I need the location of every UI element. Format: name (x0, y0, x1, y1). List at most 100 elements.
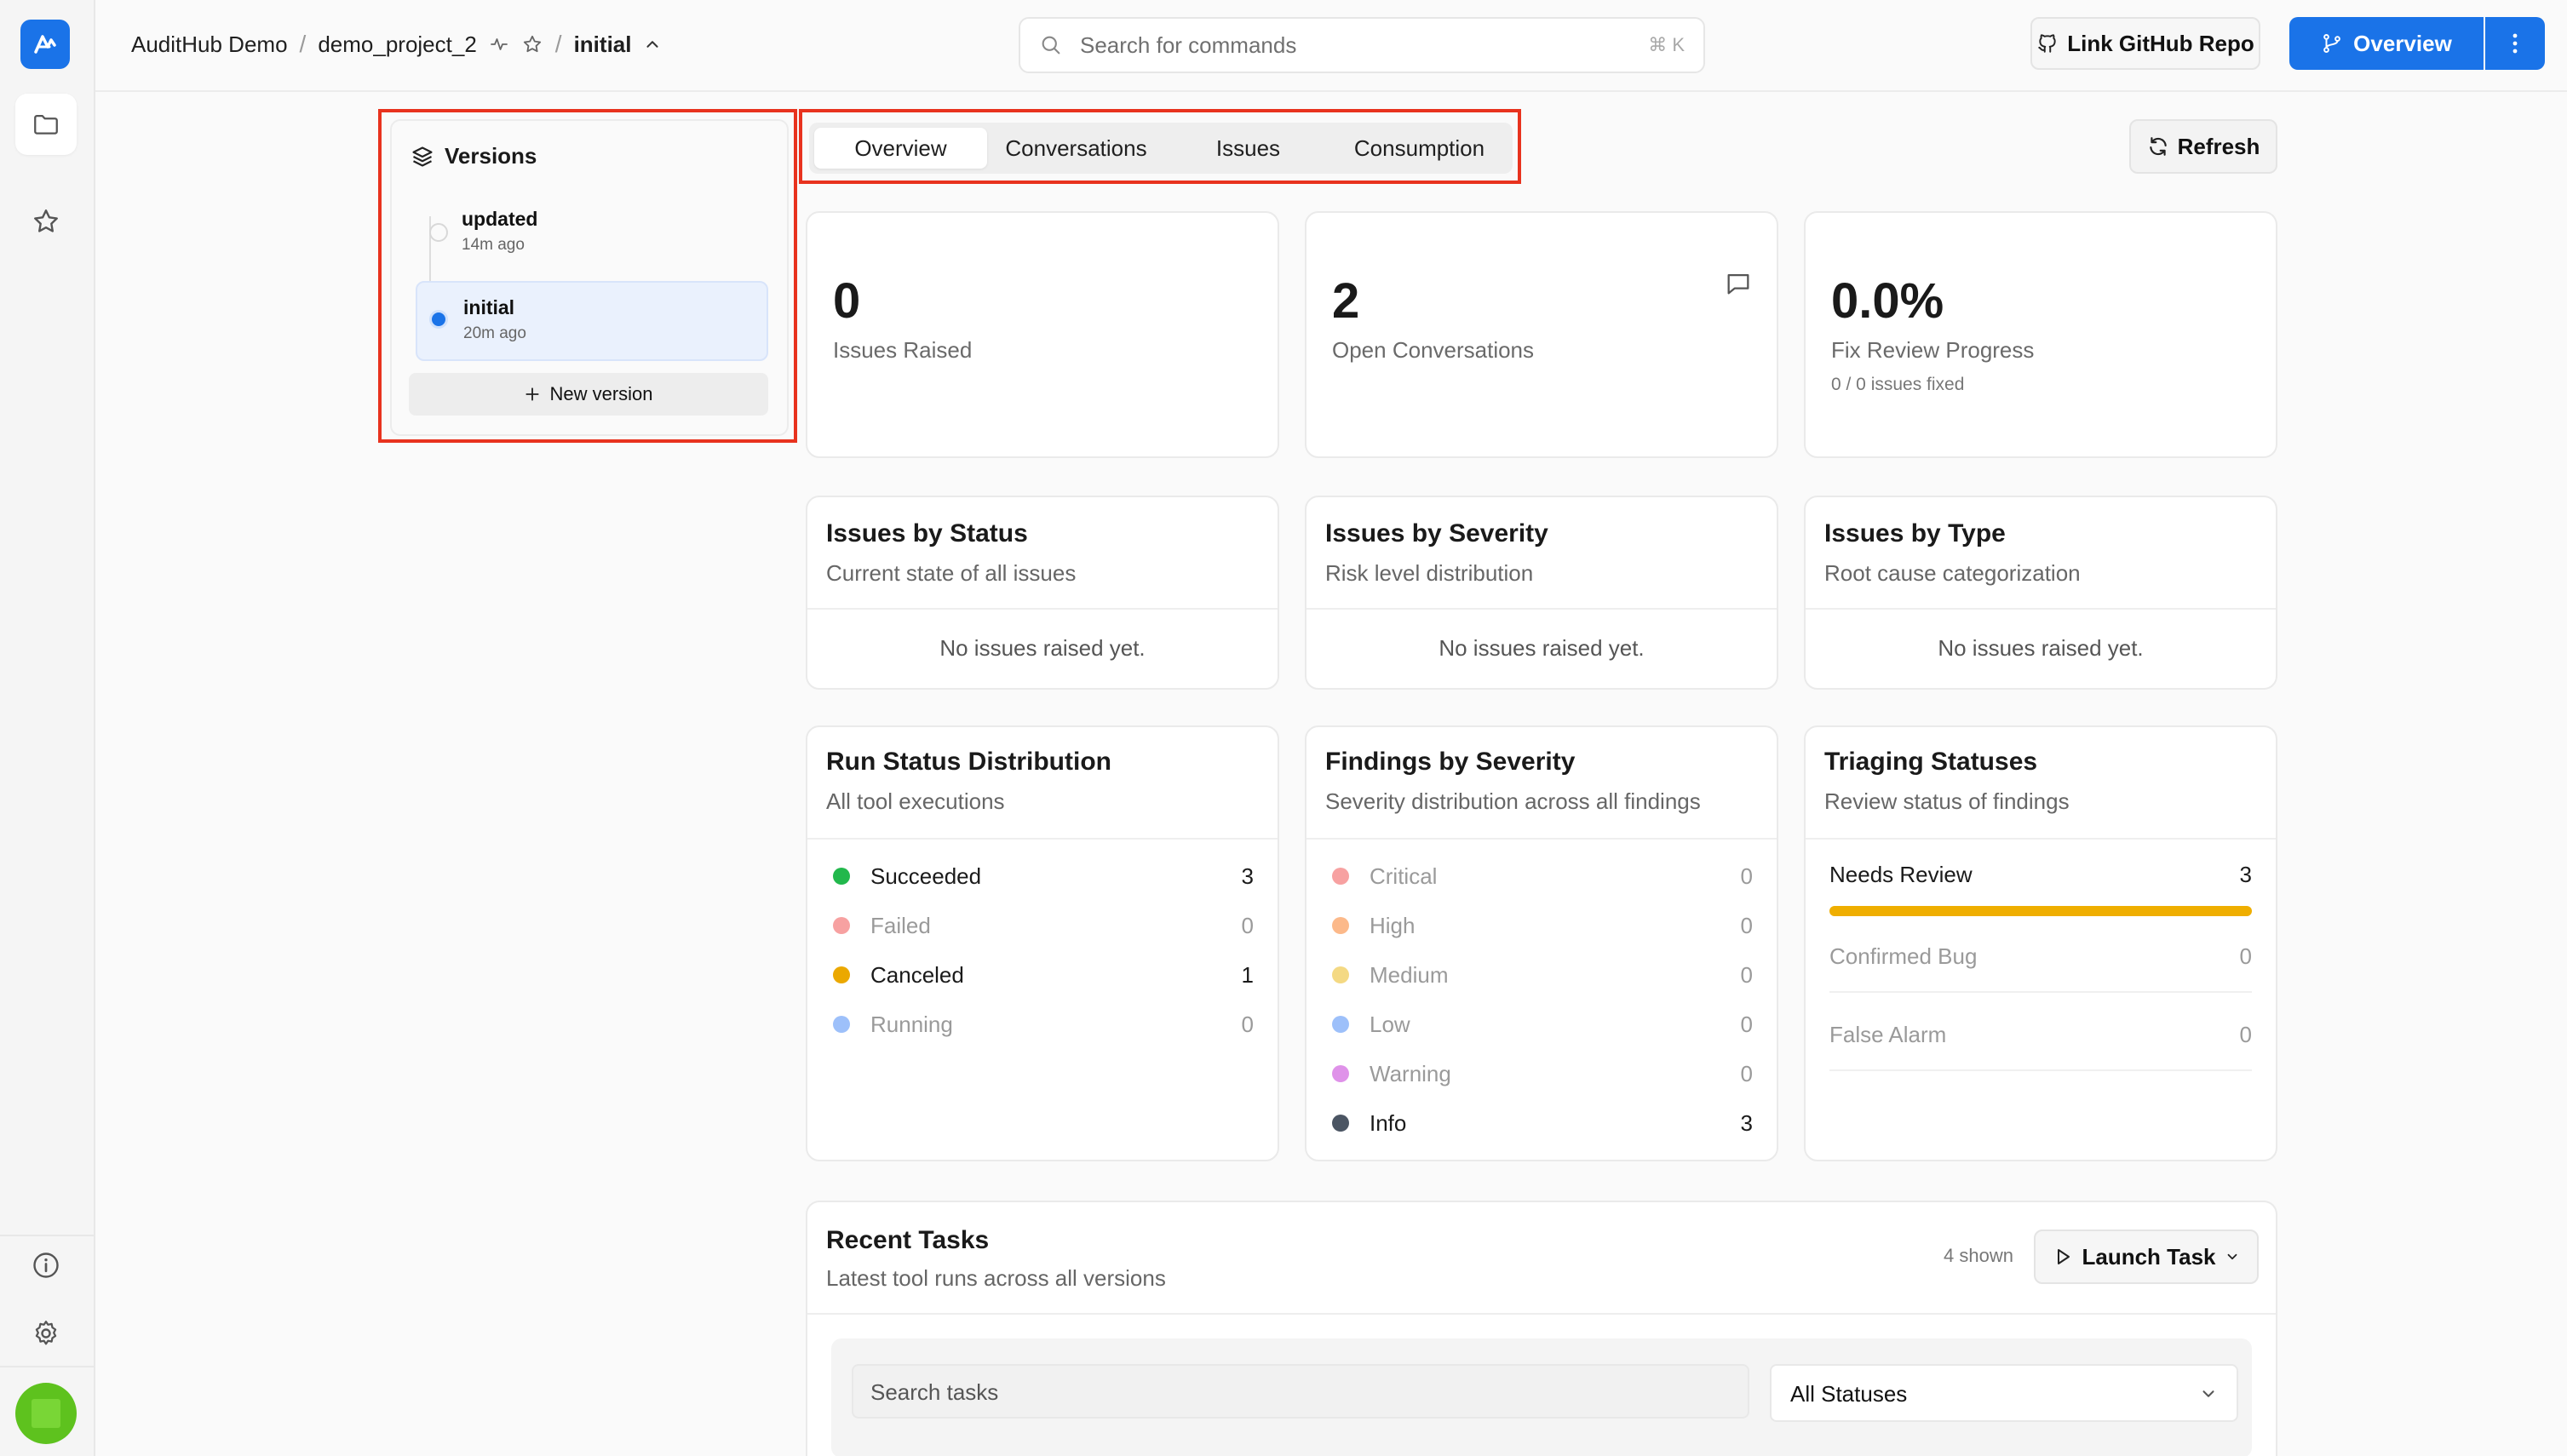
app-logo[interactable] (20, 20, 70, 69)
command-search-input[interactable]: Search for commands ⌘ K (1019, 17, 1705, 73)
stat-subtext: 0 / 0 issues fixed (1831, 375, 1965, 394)
severity-row-critical: Critical 0 (1332, 862, 1753, 891)
severity-row-warning: Warning 0 (1332, 1059, 1753, 1088)
stat-label: Open Conversations (1332, 337, 1535, 363)
stat-card-open-conversations[interactable]: 2 Open Conversations (1305, 211, 1778, 458)
severity-dot (1332, 1016, 1349, 1033)
top-bar: AuditHub Demo / demo_project_2 / initial… (95, 0, 2567, 92)
stat-value: 2 (1332, 273, 1360, 329)
launch-task-label: Launch Task (2082, 1243, 2216, 1270)
card-subtitle: Review status of findings (1824, 788, 2070, 814)
more-options-button[interactable] (2485, 17, 2545, 70)
card-divider (1806, 838, 2276, 840)
row-value: 0 (1740, 863, 1753, 889)
row-value: 1 (1241, 961, 1254, 988)
folder-icon (34, 114, 58, 135)
status-dot (833, 917, 850, 934)
breadcrumb-org[interactable]: AuditHub Demo (131, 32, 288, 58)
row-label: Running (870, 1011, 953, 1037)
row-label: Low (1370, 1011, 1410, 1037)
severity-dot (1332, 966, 1349, 983)
breadcrumb-version[interactable]: initial (574, 32, 632, 58)
gear-icon (35, 1321, 57, 1345)
breadcrumb-project[interactable]: demo_project_2 (318, 32, 476, 58)
info-icon (33, 1253, 59, 1278)
refresh-label: Refresh (2177, 133, 2260, 159)
run-status-card: Run Status Distribution All tool executi… (806, 725, 1279, 1161)
severity-row-low: Low 0 (1332, 1010, 1753, 1039)
info-nav-button[interactable] (15, 1235, 77, 1296)
card-title: Issues by Type (1824, 519, 2006, 547)
user-avatar[interactable] (15, 1383, 77, 1444)
chevron-up-icon[interactable] (643, 35, 662, 54)
severity-dot (1332, 1065, 1349, 1082)
row-value: 0 (1740, 961, 1753, 988)
card-divider (807, 608, 1278, 610)
sidebar (0, 0, 95, 1456)
card-title: Issues by Status (826, 519, 1028, 547)
link-github-label: Link GitHub Repo (2067, 30, 2254, 56)
triage-row-false-alarm: False Alarm 0 (1829, 1022, 2252, 1048)
breadcrumb-separator: / (299, 31, 307, 57)
search-tasks-input[interactable]: Search tasks (852, 1364, 1749, 1419)
avatar-image (32, 1399, 60, 1428)
row-label: Failed (870, 912, 931, 938)
card-subtitle: Severity distribution across all finding… (1325, 788, 1701, 814)
activity-icon[interactable] (489, 34, 509, 54)
empty-state: No issues raised yet. (1439, 635, 1645, 661)
row-value: 3 (2239, 862, 2252, 887)
link-github-button[interactable]: Link GitHub Repo (2030, 17, 2260, 70)
run-status-row-canceled: Canceled 1 (833, 960, 1254, 989)
row-label: Canceled (870, 961, 964, 988)
breadcrumb: AuditHub Demo / demo_project_2 / initial (131, 26, 662, 63)
highlight-box-tabs (799, 109, 1521, 184)
issues-by-type-card: Issues by Type Root cause categorization… (1804, 496, 2277, 690)
status-dot (833, 966, 850, 983)
settings-nav-button[interactable] (15, 1303, 77, 1364)
row-value: 0 (1241, 1011, 1254, 1037)
stat-card-fix-review: 0.0% Fix Review Progress 0 / 0 issues fi… (1804, 211, 2277, 458)
overview-button-label: Overview (2353, 30, 2452, 56)
stat-value: 0.0% (1831, 273, 1944, 329)
run-status-row-running: Running 0 (833, 1010, 1254, 1039)
search-icon (1042, 36, 1060, 54)
status-dot (833, 868, 850, 885)
refresh-button[interactable]: Refresh (2129, 119, 2277, 174)
findings-severity-card: Findings by Severity Severity distributi… (1305, 725, 1778, 1161)
row-value: 0 (1740, 1060, 1753, 1086)
severity-dot (1332, 1115, 1349, 1132)
triage-track (1829, 1069, 2252, 1071)
row-label: Critical (1370, 863, 1438, 889)
triage-track (1829, 991, 2252, 993)
github-icon (2038, 34, 2056, 53)
empty-state: No issues raised yet. (1938, 635, 2144, 661)
row-label: Needs Review (1829, 862, 1973, 887)
card-divider (1806, 608, 2276, 610)
severity-row-high: High 0 (1332, 911, 1753, 940)
row-value: 0 (1740, 1011, 1753, 1037)
overview-button[interactable]: Overview (2289, 17, 2484, 70)
row-value: 0 (1241, 912, 1254, 938)
projects-nav-button[interactable] (15, 94, 77, 155)
severity-dot (1332, 917, 1349, 934)
stat-card-issues-raised: 0 Issues Raised (806, 211, 1279, 458)
card-subtitle: Root cause categorization (1824, 560, 2081, 586)
favorites-nav-button[interactable] (15, 191, 77, 252)
search-shortcut: ⌘ K (1648, 34, 1685, 55)
severity-dot (1332, 868, 1349, 885)
star-icon[interactable] (521, 33, 543, 55)
triage-row-needs-review: Needs Review 3 (1829, 862, 2252, 888)
stat-label: Fix Review Progress (1831, 337, 2035, 363)
row-label: Succeeded (870, 863, 982, 889)
issues-by-severity-card: Issues by Severity Risk level distributi… (1305, 496, 1778, 690)
severity-row-info: Info 3 (1332, 1109, 1753, 1138)
launch-task-button[interactable]: Launch Task (2034, 1230, 2259, 1284)
refresh-icon (2149, 137, 2167, 156)
row-value: 3 (1241, 863, 1254, 889)
highlight-box-versions (378, 109, 797, 443)
row-value: 0 (2239, 1022, 2252, 1047)
card-subtitle: Current state of all issues (826, 560, 1077, 586)
status-filter-select[interactable]: All Statuses (1770, 1364, 2238, 1422)
severity-row-medium: Medium 0 (1332, 960, 1753, 989)
sidebar-divider (0, 1366, 95, 1367)
